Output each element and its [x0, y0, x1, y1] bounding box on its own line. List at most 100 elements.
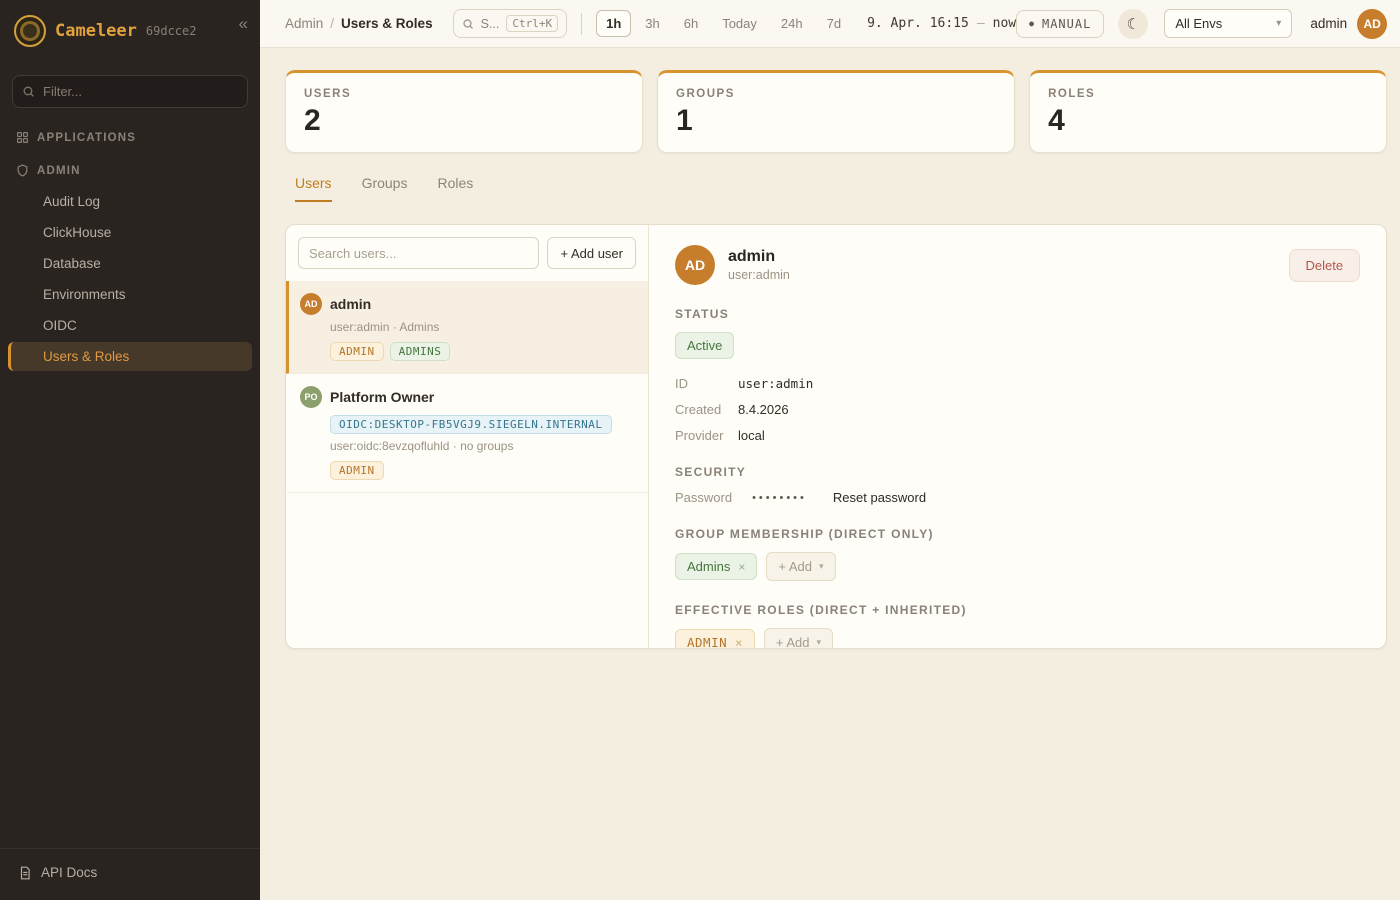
section-applications: APPLICATIONS: [0, 118, 260, 151]
sidebar-item-oidc[interactable]: OIDC: [8, 311, 252, 340]
stat-label: USERS: [304, 88, 624, 100]
detail-header: AD admin user:admin Delete: [675, 245, 1360, 285]
sidebar-item-clickhouse[interactable]: ClickHouse: [8, 218, 252, 247]
content: USERS 2 GROUPS 1 ROLES 4 Users Groups Ro…: [260, 48, 1400, 900]
sidebar-item-environments[interactable]: Environments: [8, 280, 252, 309]
field-label-provider: Provider: [675, 428, 738, 443]
status-badge: Active: [675, 332, 734, 359]
date-separator: —: [977, 16, 985, 31]
time-range-7d[interactable]: 7d: [817, 10, 851, 37]
add-role-button[interactable]: + Add ▾: [764, 628, 833, 649]
time-range-3h[interactable]: 3h: [635, 10, 669, 37]
breadcrumb-separator: /: [330, 16, 334, 31]
stat-value: 1: [676, 104, 996, 138]
moon-icon: ☾: [1127, 16, 1140, 33]
refresh-mode-label: MANUAL: [1042, 17, 1091, 31]
sidebar: Cameleer 69dcce2 « APPLICATIONS ADMIN Au…: [0, 0, 260, 900]
group-chip-label: Admins: [687, 559, 730, 574]
sidebar-item-users-roles[interactable]: Users & Roles: [8, 342, 252, 371]
grid-icon: [16, 131, 29, 144]
user-list-item-platform-owner[interactable]: PO Platform Owner OIDC:DESKTOP-FB5VGJ9.S…: [286, 374, 648, 493]
security-section-title: SECURITY: [675, 465, 1360, 479]
stat-label: GROUPS: [676, 88, 996, 100]
date-range[interactable]: 9. Apr. 16:15 — now: [867, 16, 1016, 31]
main-area: Admin / Users & Roles S... Ctrl+K 1h 3h …: [260, 0, 1400, 900]
sidebar-item-audit-log[interactable]: Audit Log: [8, 187, 252, 216]
user-name: Platform Owner: [330, 389, 434, 405]
group-membership-section-title: GROUP MEMBERSHIP (DIRECT ONLY): [675, 527, 1360, 541]
oidc-provider-badge: OIDC:DESKTOP-FB5VGJ9.SIEGELN.INTERNAL: [330, 415, 612, 434]
avatar: PO: [300, 386, 322, 408]
field-label-id: ID: [675, 376, 738, 391]
chevron-down-icon: ▾: [819, 561, 824, 572]
sidebar-item-database[interactable]: Database: [8, 249, 252, 278]
field-value-provider: local: [738, 428, 1360, 443]
reset-password-link[interactable]: Reset password: [833, 490, 926, 505]
global-search[interactable]: S... Ctrl+K: [453, 9, 568, 38]
effective-roles-row: ADMIN × + Add ▾: [675, 628, 1360, 649]
dark-mode-toggle[interactable]: ☾: [1118, 9, 1148, 39]
user-subtitle: user:oidc:8evzqofluhld · no groups: [330, 439, 634, 453]
field-value-id: user:admin: [738, 376, 1360, 391]
time-range-6h[interactable]: 6h: [674, 10, 708, 37]
role-badge: ADMIN: [330, 342, 384, 361]
stat-card-groups: GROUPS 1: [657, 70, 1015, 153]
refresh-mode-button[interactable]: ● MANUAL: [1016, 10, 1104, 38]
sidebar-filter: [12, 75, 248, 108]
stat-card-users: USERS 2: [285, 70, 643, 153]
time-range-today[interactable]: Today: [712, 10, 767, 37]
password-label: Password: [675, 490, 732, 505]
tab-users[interactable]: Users: [295, 175, 332, 202]
search-icon: [22, 85, 35, 98]
password-mask: ••••••••: [752, 492, 807, 504]
delete-user-button[interactable]: Delete: [1289, 249, 1361, 282]
app-logo: Cameleer 69dcce2 «: [0, 0, 260, 61]
add-group-label: + Add: [778, 559, 812, 574]
avatar: AD: [300, 293, 322, 315]
user-avatar[interactable]: AD: [1357, 9, 1387, 39]
group-chip-admins: Admins ×: [675, 553, 757, 580]
breadcrumb-admin[interactable]: Admin: [285, 16, 323, 31]
time-range-group: 1h 3h 6h Today 24h 7d: [596, 10, 851, 37]
effective-roles-section-title: EFFECTIVE ROLES (DIRECT + INHERITED): [675, 603, 1360, 617]
admin-nav: Audit Log ClickHouse Database Environmen…: [0, 184, 260, 374]
password-row: Password •••••••• Reset password: [675, 490, 1360, 505]
chevron-down-icon: ▾: [1276, 18, 1281, 29]
remove-group-icon[interactable]: ×: [738, 560, 745, 574]
api-docs-link[interactable]: API Docs: [0, 848, 260, 900]
status-dot-icon: ●: [1029, 20, 1035, 28]
stat-value: 2: [304, 104, 624, 138]
user-list-item-admin[interactable]: AD admin user:admin · Admins ADMIN ADMIN…: [286, 281, 648, 374]
tab-roles[interactable]: Roles: [437, 175, 473, 202]
tab-groups[interactable]: Groups: [362, 175, 408, 202]
search-shortcut: Ctrl+K: [506, 15, 558, 32]
sidebar-filter-input[interactable]: [12, 75, 248, 108]
add-group-button[interactable]: + Add ▾: [766, 552, 835, 581]
role-chip-admin: ADMIN ×: [675, 629, 755, 649]
users-panel: + Add user AD admin user:admin · Admins …: [285, 224, 1387, 649]
section-admin: ADMIN: [0, 151, 260, 184]
detail-fields: ID user:admin Created 8.4.2026 Provider …: [675, 376, 1360, 443]
remove-role-icon[interactable]: ×: [735, 636, 743, 650]
breadcrumb-current: Users & Roles: [341, 16, 433, 31]
search-icon: [462, 18, 474, 30]
detail-user-name: admin: [728, 248, 790, 266]
user-subtitle: user:admin · Admins: [330, 320, 634, 334]
api-docs-label: API Docs: [41, 865, 97, 880]
add-user-button[interactable]: + Add user: [547, 237, 636, 269]
time-range-24h[interactable]: 24h: [771, 10, 813, 37]
user-list-column: + Add user AD admin user:admin · Admins …: [286, 225, 649, 648]
add-role-label: + Add: [776, 635, 810, 649]
date-from: 9. Apr. 16:15: [867, 16, 969, 31]
section-applications-label: APPLICATIONS: [37, 132, 136, 144]
group-badge: ADMINS: [390, 342, 451, 361]
breadcrumb: Admin / Users & Roles: [285, 16, 433, 31]
user-search-input[interactable]: [298, 237, 539, 269]
environment-select[interactable]: All Envs ▾: [1164, 9, 1292, 38]
sidebar-collapse-button[interactable]: «: [239, 14, 248, 34]
user-detail-panel: AD admin user:admin Delete STATUS Active…: [649, 225, 1386, 648]
current-username: admin: [1310, 16, 1347, 31]
status-section-title: STATUS: [675, 307, 1360, 321]
time-range-1h[interactable]: 1h: [596, 10, 631, 37]
list-controls: + Add user: [286, 225, 648, 281]
